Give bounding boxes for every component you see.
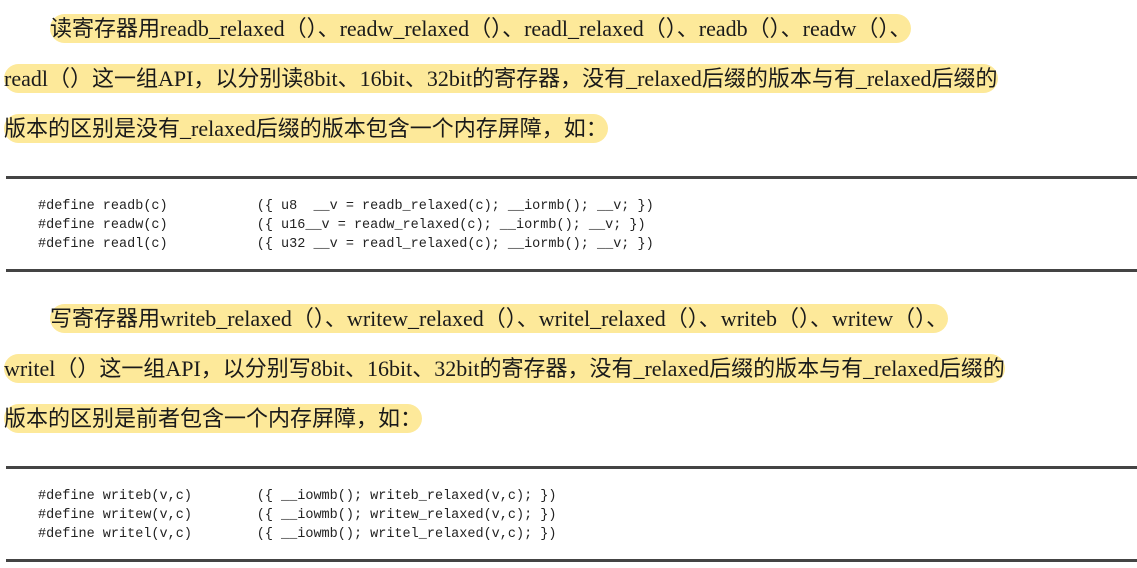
code-line: #define writel(v,c) ({ __iowmb(); writel… <box>38 527 557 542</box>
code-line: #define readb(c) ({ u8 __v = readb_relax… <box>38 199 654 214</box>
write-paragraph-line-2: writel（）这一组API，以分别写8bit、16bit、32bit的寄存器，… <box>4 354 1005 383</box>
read-paragraph-line-3: 版本的区别是没有_relaxed后缀的版本包含一个内存屏障，如： <box>4 114 608 143</box>
read-paragraph-line-1: 读寄存器用readb_relaxed（）、readw_relaxed（）、rea… <box>50 14 912 43</box>
read-paragraph-line-2: readl（）这一组API，以分别读8bit、16bit、32bit的寄存器，没… <box>4 64 998 93</box>
code-line: #define readl(c) ({ u32 __v = readl_rela… <box>38 237 654 252</box>
code-line: #define writew(v,c) ({ __iowmb(); writew… <box>38 508 557 523</box>
read-code-block: #define readb(c) ({ u8 __v = readb_relax… <box>6 176 1137 272</box>
write-paragraph-line-3: 版本的区别是前者包含一个内存屏障，如： <box>4 404 423 433</box>
write-paragraph-line-1: 写寄存器用writeb_relaxed（）、writew_relaxed（）、w… <box>50 304 949 333</box>
code-line: #define readw(c) ({ u16__v = readw_relax… <box>38 218 646 233</box>
write-code-block: #define writeb(v,c) ({ __iowmb(); writeb… <box>6 466 1137 562</box>
code-line: #define writeb(v,c) ({ __iowmb(); writeb… <box>38 489 557 504</box>
